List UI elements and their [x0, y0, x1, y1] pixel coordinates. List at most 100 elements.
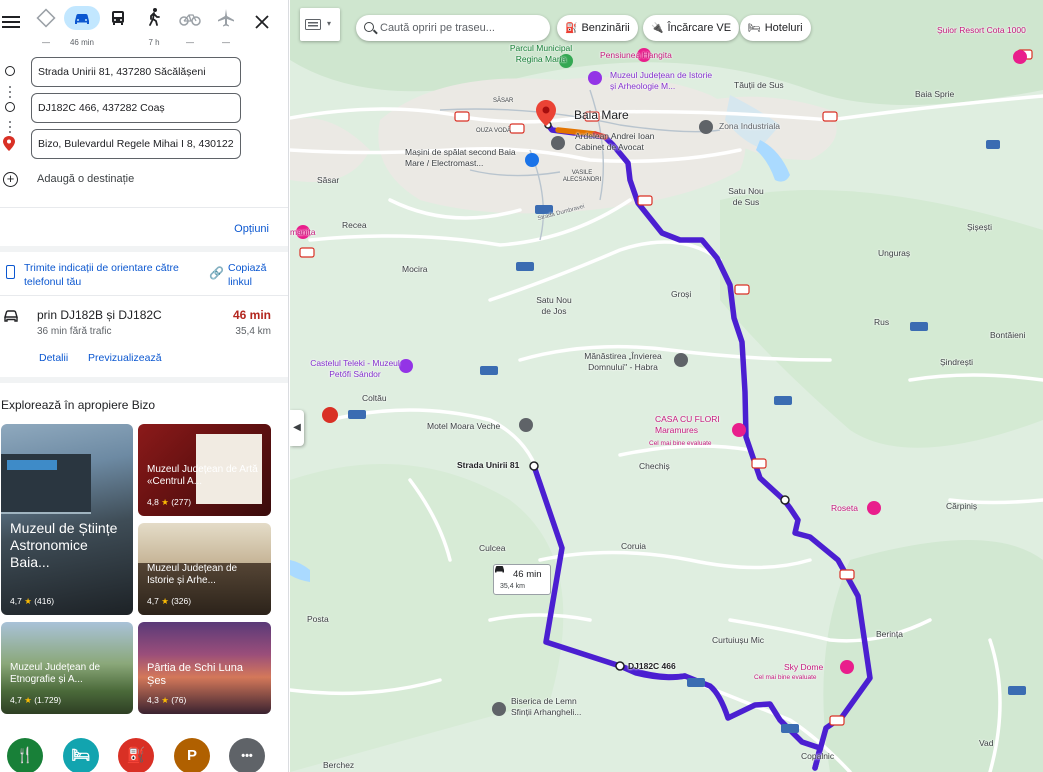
mode-best-label: — — [42, 38, 50, 47]
hotels-button[interactable]: 🛏 — [63, 738, 99, 772]
map-city-label: Baia Mare — [574, 108, 629, 122]
route-time: 46 min — [232, 308, 271, 322]
divider — [0, 377, 288, 383]
mode-transit-button[interactable] — [100, 6, 136, 50]
car-icon — [64, 6, 100, 30]
map-place-label: Șișești — [967, 222, 993, 232]
divider — [0, 295, 288, 296]
send-directions-row: Trimite indicații de orientare către tel… — [0, 261, 288, 291]
waypoint-map-label: Strada Unirii 81 — [457, 460, 520, 470]
waypoint-row-middle: DJ182C 466, 437282 Coaș — [0, 93, 288, 123]
divider — [0, 207, 288, 208]
chip-ev-charging[interactable]: 🔌 Încărcare VE — [643, 15, 740, 41]
parking-icon: P — [186, 747, 197, 764]
map-place-label: Coltău — [362, 393, 387, 403]
map-place-label: Satu Nou de Jos — [536, 295, 572, 317]
explore-card[interactable]: Muzeul Județean de Etnografie și A... 4,… — [1, 622, 133, 714]
copy-link-button[interactable]: Copiază linkul — [228, 261, 278, 289]
chevron-down-icon: ▾ — [327, 19, 332, 28]
chip-label: Benzinării — [581, 22, 630, 34]
route-details-button[interactable]: Detalii — [39, 352, 68, 364]
map-poi-label[interactable]: Biserica de Lemn Sfinții Arhangheli... — [511, 696, 593, 718]
chip-hotels[interactable]: 🛏 Hoteluri — [740, 15, 811, 41]
map-poi-label[interactable]: Mănăstirea „Învierea Domnului" - Habra — [577, 351, 669, 373]
route-search-placeholder: Caută opriri pe traseu... — [380, 22, 495, 34]
mode-flight-label: — — [222, 38, 230, 47]
waypoint-destination-input[interactable]: Bizo, Bulevardul Regele Mihai I 8, 43012… — [31, 129, 241, 159]
route-time-callout[interactable]: 46 min 35,4 km — [493, 564, 551, 595]
explore-card[interactable]: Pârtia de Schi Luna Șes 4,3 ★ (76) — [138, 622, 271, 714]
map-place-label: Cărpiniș — [946, 501, 978, 511]
options-button[interactable]: Opțiuni — [234, 223, 269, 235]
map-layer — [290, 0, 1043, 772]
mode-walking-button[interactable]: 7 h — [136, 6, 172, 50]
more-dots-icon: ••• — [241, 750, 253, 762]
chip-gas-stations[interactable]: ⛽ Benzinării — [557, 15, 638, 41]
map-place-label: Posta — [307, 614, 329, 624]
explore-card[interactable]: Muzeul Județean de Artă «Centrul A... 4,… — [138, 424, 271, 516]
map-place-label: Bontăieni — [990, 330, 1026, 340]
map-poi-label[interactable]: Șuior Resort Cota 1000 — [937, 25, 1026, 35]
search-icon — [364, 22, 374, 32]
map-poi-label[interactable]: Muzeul Județean de Istorie și Arheologie… — [610, 70, 720, 92]
mode-flight-button[interactable]: — — [208, 6, 244, 50]
mode-best-button[interactable]: — — [28, 6, 64, 50]
map-poi-label[interactable]: CASA CU FLORI Maramures — [655, 414, 735, 436]
map-place-label: Berința — [876, 629, 903, 639]
callout-distance: 35,4 km — [500, 583, 525, 590]
gas-stations-button[interactable]: ⛽ — [118, 738, 154, 772]
map-canvas[interactable]: ▾ Caută opriri pe traseu... ⛽ Benzinării … — [290, 0, 1043, 772]
airplane-icon — [218, 9, 234, 27]
map-poi-label[interactable]: Pensiunea Hangita — [600, 50, 672, 60]
map-place-label: Șindrești — [940, 357, 974, 367]
map-place-label: Coruia — [621, 541, 647, 551]
ev-charger-icon: 🔌 — [651, 23, 664, 34]
waypoint-map-label: DJ182C 466 — [628, 661, 676, 671]
waypoint-start-input[interactable]: Strada Unirii 81, 437280 Săcălășeni — [31, 57, 241, 87]
map-place-label: Culcea — [479, 543, 506, 553]
star-icon: ★ — [24, 695, 32, 705]
map-place-label: Chechiș — [639, 461, 670, 471]
map-poi-label[interactable]: Sky Dome — [784, 662, 823, 672]
keyboard-button[interactable]: ▾ — [300, 8, 340, 41]
map-poi-label[interactable]: manița — [290, 227, 316, 237]
restaurants-button[interactable]: 🍴 — [7, 738, 43, 772]
map-poi-label[interactable]: Ardelean Andrei Ioan Cabinet de Avocat — [575, 131, 675, 153]
chip-label: Hoteluri — [764, 22, 803, 34]
map-poi-label[interactable]: Roseta — [831, 503, 858, 513]
send-to-phone-link[interactable]: Trimite indicații de orientare către tel… — [24, 261, 194, 289]
add-destination-button[interactable]: + Adaugă o destinație — [0, 170, 288, 192]
bicycle-icon — [179, 14, 201, 26]
car-icon — [4, 310, 18, 322]
star-icon: ★ — [24, 596, 32, 606]
close-icon[interactable] — [254, 14, 270, 30]
explore-card-title: Muzeul Județean de Istorie și Arhe... — [147, 563, 238, 586]
link-icon: 🔗 — [209, 266, 224, 280]
callout-time: 46 min — [513, 569, 542, 580]
divider — [0, 246, 288, 252]
explore-card-title: Muzeul Județean de Etnografie și A... — [10, 662, 101, 685]
mode-driving-button[interactable]: 46 min — [64, 6, 100, 50]
explore-card-rating: 4,8 ★ (277) — [147, 497, 192, 507]
route-option[interactable]: prin DJ182B și DJ182C 36 min fără trafic… — [0, 306, 288, 372]
chip-label: Încărcare VE — [667, 22, 732, 34]
map-poi-label[interactable]: Castelul Teleki - Muzeul Petőfi Sándor — [310, 358, 400, 380]
keyboard-icon — [305, 19, 321, 30]
map-poi-label[interactable]: Mașini de spălat second Baia Mare / Elec… — [405, 147, 525, 169]
diamond-route-icon — [36, 8, 56, 28]
route-search-input[interactable]: Caută opriri pe traseu... — [356, 15, 550, 41]
parking-button[interactable]: P — [174, 738, 210, 772]
more-categories-button[interactable]: ••• — [229, 738, 265, 772]
map-poi-label[interactable]: Motel Moara Veche — [427, 421, 500, 431]
collapse-panel-button[interactable]: ◀ — [290, 410, 304, 446]
mode-cycling-label: — — [186, 38, 194, 47]
map-place-label: Unguraș — [878, 248, 911, 258]
map-poi-label[interactable]: Parcul Municipal Regina Maria — [505, 43, 577, 65]
map-place-label: Recea — [342, 220, 367, 230]
mode-cycling-button[interactable]: — — [172, 6, 208, 50]
map-place-label: Baia Sprie — [915, 89, 955, 99]
route-preview-button[interactable]: Previzualizează — [88, 352, 162, 364]
explore-card[interactable]: Muzeul de Științe Astronomice Baia... 4,… — [1, 424, 133, 615]
explore-card[interactable]: Muzeul Județean de Istorie și Arhe... 4,… — [138, 523, 271, 615]
waypoint-middle-input[interactable]: DJ182C 466, 437282 Coaș — [31, 93, 241, 123]
